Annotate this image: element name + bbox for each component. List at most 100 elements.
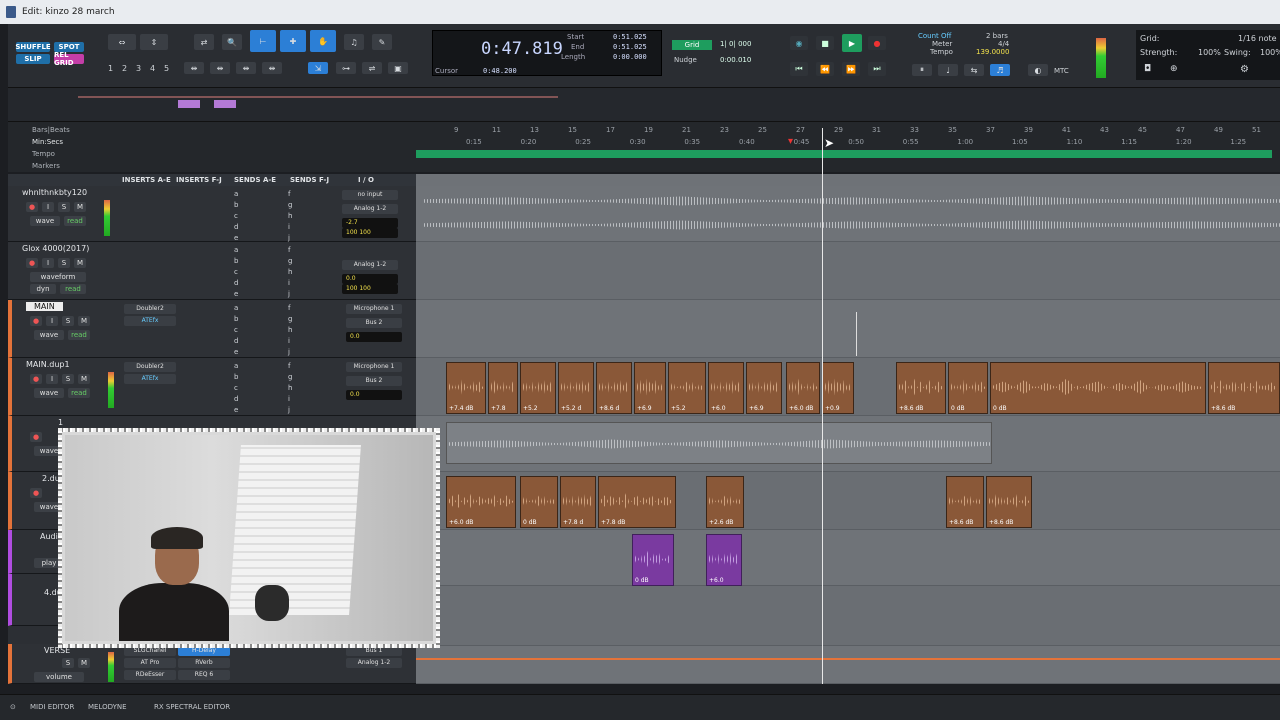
send-slot-fj[interactable]: h	[288, 326, 292, 334]
track-lane[interactable]	[416, 416, 1280, 472]
send-slot-fj[interactable]: g	[288, 201, 292, 209]
meter-value[interactable]: 4/4	[998, 40, 1009, 48]
clip-gain-label[interactable]: 0 dB	[635, 577, 649, 584]
solo-button[interactable]: S	[62, 658, 74, 668]
insert-follow-icon[interactable]: ▣	[388, 62, 408, 74]
slip-mode-button[interactable]: SLIP	[16, 54, 50, 64]
audio-clip[interactable]: +7.8 d	[560, 476, 596, 528]
audio-clip[interactable]: +7.4 dB	[446, 362, 486, 414]
pan-readout[interactable]: 100 100	[342, 284, 398, 294]
volume-readout[interactable]: -2.7	[342, 218, 398, 228]
send-slot-ae[interactable]: c	[234, 384, 238, 392]
audio-clip[interactable]: +6.0 dB	[446, 476, 516, 528]
edit-window-tracks[interactable]: +7.4 dB +7.8 +5.2 +5.2 d +8.6 d +6.9 +5.2 +6.0 +…	[416, 174, 1280, 684]
sync-icon[interactable]: ◐	[1028, 64, 1048, 76]
insert-slot[interactable]: ATEfx	[124, 316, 176, 326]
record-arm-button[interactable]: ●	[30, 488, 42, 498]
audio-clip[interactable]: +8.6 dB	[986, 476, 1032, 528]
metronome-icon[interactable]: ♩	[938, 64, 958, 76]
pan-readout[interactable]: 100 100	[342, 228, 398, 238]
track-header[interactable]: Glox 4000(2017) ● I S M waveform dyn rea…	[8, 242, 416, 300]
mute-button[interactable]: M	[78, 658, 90, 668]
clip-gain-label[interactable]: +6.9	[637, 405, 652, 412]
send-slot-ae[interactable]: e	[234, 348, 238, 356]
record-button[interactable]: ●	[868, 36, 886, 50]
clip-gain-label[interactable]: +8.6 dB	[949, 519, 973, 526]
track-name[interactable]: Glox 4000(2017)	[22, 244, 89, 253]
record-arm-button[interactable]: ●	[30, 432, 42, 442]
clip-gain-label[interactable]: +5.2	[523, 405, 538, 412]
send-slot-ae[interactable]: e	[234, 290, 238, 298]
send-slot-fj[interactable]: j	[288, 348, 290, 356]
zoom-in-icon[interactable]: ⇔	[108, 34, 136, 50]
clip-gain-label[interactable]: +8.6 dB	[989, 519, 1013, 526]
grid-mode-button[interactable]: REL GRID	[54, 51, 84, 67]
zoom-preset-1[interactable]: 1	[108, 64, 113, 73]
shuffle-mode-button[interactable]: SHUFFLE	[15, 42, 51, 52]
fast-forward-button[interactable]: ⏩	[842, 62, 860, 76]
output-select[interactable]: Analog 1-2	[342, 260, 398, 270]
zoom-toggle-icon[interactable]: ⇄	[194, 34, 214, 50]
send-slot-ae[interactable]: e	[234, 234, 238, 242]
zoom-preset-3[interactable]: 3	[136, 64, 141, 73]
send-slot-fj[interactable]: g	[288, 257, 292, 265]
view-mode-select[interactable]: waveform	[30, 272, 86, 282]
audio-clip[interactable]: +8.6 dB	[946, 476, 984, 528]
send-slot-ae[interactable]: d	[234, 223, 238, 231]
audio-clip[interactable]: +7.8	[488, 362, 518, 414]
send-slot-fj[interactable]: g	[288, 373, 292, 381]
send-slot-fj[interactable]: f	[288, 190, 290, 198]
go-to-end-button[interactable]: ⏭	[868, 62, 886, 76]
zoom-preset-4[interactable]: 4	[150, 64, 155, 73]
input-monitor-button[interactable]: I	[46, 316, 58, 326]
clip-gain-label[interactable]: +6.9	[749, 405, 764, 412]
audio-clip[interactable]: +6.0	[706, 534, 742, 586]
send-slot-fj[interactable]: i	[288, 279, 290, 287]
send-slot-fj[interactable]: f	[288, 304, 290, 312]
audio-clip[interactable]: +6.0	[708, 362, 744, 414]
selector-tool-icon[interactable]: ✚	[280, 30, 306, 52]
mute-button[interactable]: M	[74, 202, 86, 212]
rewind-button[interactable]: ⏪	[816, 62, 834, 76]
solo-button[interactable]: S	[62, 374, 74, 384]
audio-clip[interactable]: +5.2 d	[558, 362, 594, 414]
view-mode-select[interactable]: volume	[34, 672, 84, 682]
audio-clip[interactable]: +2.6 dB	[706, 476, 744, 528]
insert-slot[interactable]: REQ 6	[178, 670, 230, 680]
clip-gain-label[interactable]: +5.2	[671, 405, 686, 412]
wait-for-note-icon[interactable]: ⏸	[912, 64, 932, 76]
input-monitor-button[interactable]: I	[46, 374, 58, 384]
track-header[interactable]: VERSE S M volume SLGChanel AT Pro RDeEss…	[8, 644, 416, 684]
track-name[interactable]: MAIN	[26, 302, 63, 311]
send-slot-ae[interactable]: a	[234, 246, 238, 254]
start-value[interactable]: 0:51.025	[613, 33, 647, 41]
selection-start-marker[interactable]: ▾	[788, 136, 796, 148]
track-lane[interactable]: +6.0 dB 0 dB +7.8 d +7.8 dB +2.6 dB +8.6 dB +8…	[416, 472, 1280, 530]
track-lane[interactable]	[416, 242, 1280, 300]
clip-gain-label[interactable]: +6.0 dB	[449, 519, 473, 526]
volume-readout[interactable]: 0.0	[346, 390, 402, 400]
volume-readout[interactable]: 0.0	[342, 274, 398, 284]
tempo-ruler-bar[interactable]	[416, 150, 1272, 158]
zoomer-tool-icon[interactable]: 🔍	[222, 34, 242, 50]
send-slot-ae[interactable]: b	[234, 257, 238, 265]
track-lane[interactable]	[416, 186, 1280, 242]
audio-clip[interactable]: 0 dB	[520, 476, 558, 528]
length-value[interactable]: 0:00.000	[613, 53, 647, 61]
mute-button[interactable]: M	[78, 374, 90, 384]
mirror-midi-icon[interactable]: ⇌	[362, 62, 382, 74]
track-header[interactable]: MAIN.dup1 ● I S M wave read Doubler2 ATE…	[8, 358, 416, 416]
clip-gain-label[interactable]: 0 dB	[951, 405, 965, 412]
clip-gain-label[interactable]: +6.0	[709, 577, 724, 584]
send-slot-fj[interactable]: j	[288, 406, 290, 414]
input-select[interactable]: no input	[342, 190, 398, 200]
audio-clip[interactable]: +0.9	[822, 362, 854, 414]
insert-slot[interactable]: Doubler2	[124, 362, 176, 372]
send-slot-ae[interactable]: a	[234, 190, 238, 198]
zoom-fit-icon[interactable]: ⊕	[1170, 64, 1178, 74]
pencil-tool-icon[interactable]: ✎	[372, 34, 392, 50]
track-header[interactable]: MAIN ● I S M wave read Doubler2 ATEfx Mi…	[8, 300, 416, 358]
view-mode-select[interactable]: wave	[30, 216, 60, 226]
audio-clip[interactable]: +5.2	[520, 362, 556, 414]
send-slot-ae[interactable]: b	[234, 373, 238, 381]
